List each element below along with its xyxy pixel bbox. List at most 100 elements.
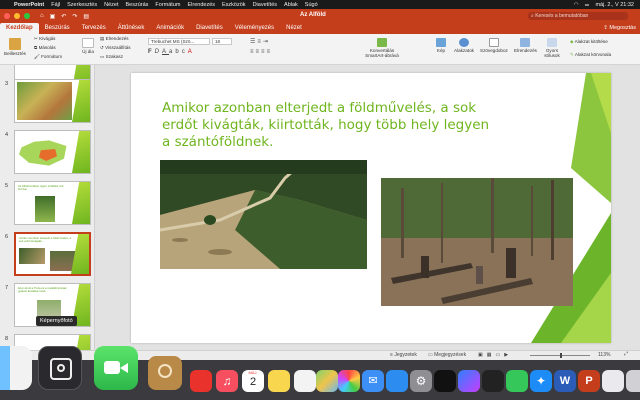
word-icon[interactable]: W bbox=[554, 370, 576, 392]
zoom-slider[interactable] bbox=[530, 353, 590, 358]
copy-button[interactable]: ⧉ Másolás bbox=[34, 45, 56, 50]
menu-tools[interactable]: Eszközök bbox=[222, 2, 246, 8]
shapes-button[interactable]: Alakzatok bbox=[454, 38, 474, 53]
preview-icon[interactable] bbox=[602, 370, 624, 392]
fit-to-window-icon[interactable]: ⤢ bbox=[624, 351, 628, 357]
reminders-icon[interactable] bbox=[294, 370, 316, 392]
tab-design[interactable]: Tervezés bbox=[76, 23, 112, 34]
alignment-buttons[interactable]: ≡≡≡≡ bbox=[250, 49, 272, 55]
facetime-icon[interactable] bbox=[94, 346, 138, 390]
italic-icon[interactable]: D bbox=[155, 49, 162, 55]
paragraph-buttons[interactable]: ☰≡⇥ bbox=[250, 38, 270, 45]
format-painter-button[interactable]: 🖌 Formátum bbox=[34, 54, 62, 60]
picture-button[interactable]: Kép bbox=[436, 38, 446, 53]
menu-file[interactable]: Fájl bbox=[51, 2, 60, 8]
underline-icon[interactable]: A bbox=[162, 49, 169, 55]
slide-heading[interactable]: Amikor azonban elterjedt a földművelés, … bbox=[162, 100, 492, 151]
menu-slideshow[interactable]: Diavetítés bbox=[253, 2, 277, 8]
redo-icon[interactable]: ↷ bbox=[72, 13, 77, 20]
cut-button[interactable]: ✂ Kivágás bbox=[34, 36, 55, 42]
messenger-icon[interactable] bbox=[458, 370, 480, 392]
menu-app-name[interactable]: PowerPoint bbox=[14, 2, 44, 8]
control-center-icon[interactable]: ⚌ bbox=[585, 2, 590, 8]
shape-fill-button[interactable]: ◆ Alakzat kitöltése bbox=[570, 39, 608, 45]
downloads-stack-icon[interactable] bbox=[626, 370, 640, 392]
section-button[interactable]: ▭ Szakasz bbox=[100, 54, 123, 60]
menu-insert[interactable]: Beszúrás bbox=[125, 2, 148, 8]
new-slide-button[interactable]: Új dia bbox=[82, 38, 94, 54]
layout-button[interactable]: ▤ Elrendezés bbox=[100, 36, 129, 42]
zoom-window-button[interactable] bbox=[24, 13, 30, 19]
screenshot-app-icon[interactable] bbox=[38, 346, 82, 390]
bold-icon[interactable]: F bbox=[148, 49, 155, 55]
messages-icon[interactable] bbox=[506, 370, 528, 392]
shape-outline-button[interactable]: ✎ Alakzat körvonala bbox=[570, 52, 611, 58]
home-icon[interactable]: ⌂ bbox=[40, 13, 44, 20]
tab-home[interactable]: Kezdőlap bbox=[0, 23, 39, 34]
slide-thumbnail-5[interactable]: Az Alföld területe régen erdőkkel volt b… bbox=[14, 181, 91, 225]
slideshow-view-icon[interactable]: ▶ bbox=[504, 352, 512, 358]
current-slide[interactable]: Amikor azonban elterjedt a földművelés, … bbox=[131, 73, 611, 343]
powerpoint-icon[interactable]: P bbox=[578, 370, 600, 392]
notes-app-icon[interactable] bbox=[268, 370, 290, 392]
wifi-icon[interactable]: ◠ bbox=[574, 2, 579, 8]
save-icon[interactable]: ▣ bbox=[50, 13, 56, 20]
tab-review[interactable]: Véleményezés bbox=[229, 23, 280, 34]
zoom-level[interactable]: 113% bbox=[598, 352, 610, 358]
tab-view[interactable]: Nézet bbox=[280, 23, 308, 34]
menu-edit[interactable]: Szerkesztés bbox=[67, 2, 97, 8]
comments-button[interactable]: ▭ Megjegyzések bbox=[428, 352, 466, 358]
menu-clock[interactable]: máj. 2., V 21:32 bbox=[595, 2, 634, 8]
undo-icon[interactable]: ↶ bbox=[61, 13, 66, 20]
normal-view-icon[interactable]: ▣ bbox=[478, 352, 487, 358]
tab-insert[interactable]: Beszúrás bbox=[39, 23, 76, 34]
indent-icon[interactable]: ⇥ bbox=[263, 39, 270, 45]
tab-transitions[interactable]: Áttűnések bbox=[112, 23, 151, 34]
reset-button[interactable]: ↺ Visszaállítás bbox=[100, 45, 131, 51]
safari-icon[interactable]: ✦ bbox=[530, 370, 552, 392]
justify-icon[interactable]: ≡ bbox=[267, 49, 273, 55]
quick-styles-button[interactable]: Gyors stílusok bbox=[543, 38, 561, 58]
menu-view[interactable]: Nézet bbox=[104, 2, 118, 8]
deforestation-photo-2[interactable] bbox=[381, 178, 573, 306]
zoom-slider-thumb[interactable] bbox=[560, 353, 562, 358]
tab-slideshow[interactable]: Diavetítés bbox=[190, 23, 229, 34]
menu-help[interactable]: Súgó bbox=[305, 2, 318, 8]
terminal-icon[interactable] bbox=[434, 370, 456, 392]
minimize-window-button[interactable] bbox=[14, 13, 20, 19]
finder-icon[interactable] bbox=[0, 346, 32, 390]
photos-icon[interactable] bbox=[338, 370, 360, 392]
font-color-icon[interactable]: A bbox=[188, 49, 195, 55]
deforestation-photo-1[interactable] bbox=[160, 160, 367, 269]
menu-window[interactable]: Ablak bbox=[284, 2, 298, 8]
textbox-button[interactable]: Szövegdoboz bbox=[480, 38, 508, 53]
strikethrough-icon[interactable]: abc bbox=[169, 49, 188, 55]
search-field[interactable]: ⌕ Keresés a bemutatóban bbox=[528, 12, 628, 20]
menu-format[interactable]: Formátum bbox=[155, 2, 180, 8]
paste-button[interactable]: Beillesztés bbox=[4, 38, 26, 56]
slide-thumbnail-3[interactable] bbox=[14, 79, 91, 123]
system-settings-icon[interactable]: ⚙ bbox=[410, 370, 432, 392]
tab-animations[interactable]: Animációk bbox=[150, 23, 190, 34]
music-icon[interactable]: ♫ bbox=[216, 370, 238, 392]
view-buttons[interactable]: ▣▦▭▶ bbox=[478, 352, 512, 358]
share-button[interactable]: ⇪ Megosztás bbox=[603, 23, 636, 34]
photo-booth-icon[interactable] bbox=[190, 370, 212, 392]
contacts-icon[interactable] bbox=[148, 356, 182, 390]
convert-smartart-button[interactable]: Konvertálás SmartArt-ábrává bbox=[362, 38, 402, 58]
arrange-button[interactable]: Elrendezés bbox=[514, 38, 537, 53]
slide-thumbnail-4[interactable] bbox=[14, 130, 91, 174]
calendar-icon[interactable]: MÁJ. 2 bbox=[242, 370, 264, 392]
font-format-buttons[interactable]: FDAabcA bbox=[148, 49, 195, 55]
slide-thumbnail-6[interactable]: Amikor azonban elterjedt a földművelés, … bbox=[14, 232, 91, 276]
mail-icon[interactable]: ✉ bbox=[362, 370, 384, 392]
menu-arrange[interactable]: Elrendezés bbox=[187, 2, 215, 8]
close-window-button[interactable] bbox=[4, 13, 10, 19]
app-store-icon[interactable] bbox=[386, 370, 408, 392]
present-icon[interactable]: ▤ bbox=[83, 13, 89, 20]
maps-icon[interactable] bbox=[316, 370, 338, 392]
font-size-select[interactable]: 18 bbox=[212, 38, 232, 45]
notes-button[interactable]: ≡ Jegyzetek bbox=[390, 352, 417, 358]
reading-view-icon[interactable]: ▭ bbox=[495, 352, 504, 358]
font-name-select[interactable]: Trebuchet MS (Szö... bbox=[148, 38, 210, 45]
